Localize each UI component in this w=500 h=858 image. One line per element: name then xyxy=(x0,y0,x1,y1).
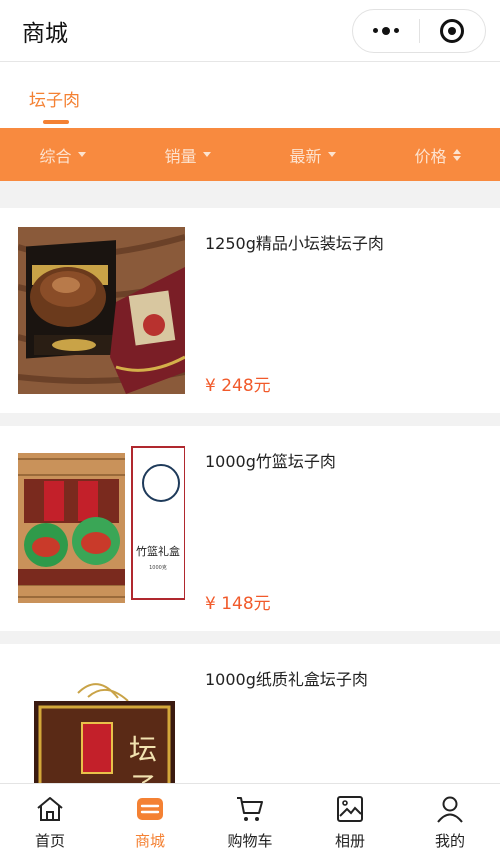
tab-label: 首页 xyxy=(34,832,65,850)
filter-label: 价格 xyxy=(414,146,447,166)
bottom-tab-bar: 首页 商城 购物车 相册 我的 xyxy=(0,783,500,858)
more-dots-icon xyxy=(372,26,399,35)
target-icon xyxy=(440,18,465,43)
product-name: 1000g竹篮坛子肉 xyxy=(205,452,336,471)
more-button[interactable] xyxy=(353,10,419,52)
caret-down-icon xyxy=(202,152,211,157)
store-icon xyxy=(137,798,163,820)
category-tabs: 坛子肉 xyxy=(0,62,500,128)
section-gap xyxy=(0,181,500,208)
filter-newest[interactable]: 最新 xyxy=(250,143,375,167)
album-icon xyxy=(337,796,363,822)
mini-program-capsule xyxy=(352,8,486,53)
mall-page: 商城 坛子肉 综合 销量 最新 价格 1250g精品小坛装坛子肉 ¥ 248元 … xyxy=(0,0,500,858)
tab-label: 购物车 xyxy=(227,832,273,850)
caret-down-icon xyxy=(327,152,336,157)
tab-cart[interactable]: 购物车 xyxy=(200,784,300,858)
product-name: 1000g纸质礼盒坛子肉 xyxy=(205,670,368,689)
product-list: 1250g精品小坛装坛子肉 ¥ 248元 竹篮礼盒 1000克 1000g竹篮坛… xyxy=(0,208,500,849)
cart-icon xyxy=(237,797,263,821)
filter-label: 销量 xyxy=(164,146,197,166)
caret-down-icon xyxy=(77,152,86,157)
product-price: ¥ 248元 xyxy=(205,376,271,396)
tab-label: 相册 xyxy=(334,832,365,850)
tab-mine[interactable]: 我的 xyxy=(400,784,500,858)
user-icon xyxy=(437,796,463,823)
product-name: 1250g精品小坛装坛子肉 xyxy=(205,234,384,253)
filter-sales[interactable]: 销量 xyxy=(125,143,250,167)
tab-label: 我的 xyxy=(434,832,465,850)
product-image-jar-giftbox xyxy=(18,227,185,394)
category-tab-tanzirou[interactable]: 坛子肉 xyxy=(29,86,80,111)
tab-store[interactable]: 商城 xyxy=(100,784,200,858)
image-text-tan: 坛 xyxy=(129,733,157,766)
filter-price[interactable]: 价格 xyxy=(375,143,500,167)
filter-comprehensive[interactable]: 综合 xyxy=(0,143,125,167)
filter-label: 综合 xyxy=(39,146,72,166)
product-image-bamboo-basket: 竹篮礼盒 1000克 xyxy=(18,445,185,612)
tab-album[interactable]: 相册 xyxy=(300,784,400,858)
page-title: 商城 xyxy=(22,20,68,47)
filter-bar: 综合 销量 最新 价格 xyxy=(0,128,500,181)
product-price: ¥ 148元 xyxy=(205,594,271,614)
tab-label: 商城 xyxy=(134,832,165,850)
image-text-giftbox: 竹篮礼盒 xyxy=(136,544,180,558)
title-bar: 商城 xyxy=(0,0,500,62)
filter-label: 最新 xyxy=(289,146,322,166)
image-text-weight: 1000克 xyxy=(149,565,167,571)
product-card[interactable]: 1250g精品小坛装坛子肉 ¥ 248元 xyxy=(0,208,500,413)
close-mini-program-button[interactable] xyxy=(420,10,486,52)
product-card[interactable]: 竹篮礼盒 1000克 1000g竹篮坛子肉 ¥ 148元 xyxy=(0,426,500,631)
sort-icon xyxy=(452,148,461,161)
tab-home[interactable]: 首页 xyxy=(0,784,100,858)
active-tab-indicator xyxy=(43,120,69,124)
home-icon xyxy=(37,797,63,821)
